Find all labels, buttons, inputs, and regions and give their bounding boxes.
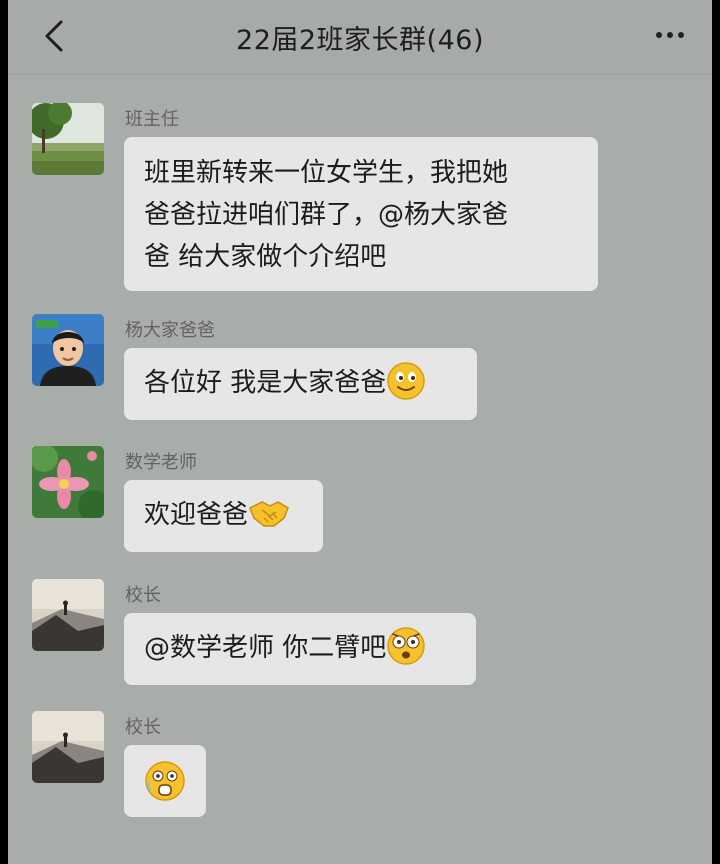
message-text: @数学老师 你二臂吧: [144, 633, 387, 663]
message-bubble[interactable]: 班里新转来一位女学生，我把她 爸爸拉进咱们群了，@杨大家爸 爸 给大家做个介绍吧: [124, 137, 598, 291]
message-bubble[interactable]: [124, 745, 206, 817]
shocked-emoji: [387, 626, 426, 665]
more-button[interactable]: [648, 20, 692, 50]
scared-emoji: [145, 760, 185, 801]
cartoon-man-avatar: [32, 314, 104, 386]
handshake-emoji: [249, 500, 289, 527]
smile-emoji: [387, 361, 426, 400]
message-text: 各位好 我是大家爸爸: [144, 368, 387, 398]
sender-name: 校长: [125, 717, 161, 738]
pink-flower-avatar: [32, 446, 104, 518]
message-text: 爸爸拉进咱们群了，@杨大家爸: [144, 200, 509, 230]
sender-avatar[interactable]: [32, 103, 104, 175]
message-text: 班里新转来一位女学生，我把她: [144, 158, 509, 188]
top-bar: 22届2班家长群(46): [8, 0, 712, 75]
message-bubble[interactable]: 各位好 我是大家爸爸: [124, 348, 477, 420]
sender-avatar[interactable]: [32, 446, 104, 518]
sender-avatar[interactable]: [32, 314, 104, 386]
chat-title: 22届2班家长群(46): [236, 25, 484, 56]
landscape-tree-avatar: [32, 103, 104, 175]
sender-name: 班主任: [125, 109, 179, 130]
sender-name: 校长: [125, 585, 161, 606]
message-bubble[interactable]: 欢迎爸爸: [124, 480, 323, 552]
chat-screen: 22届2班家长群(46) 班主任 班里新转来一位女学生，我把她 爸爸拉进咱们群了…: [8, 0, 712, 864]
hill-silhouette-avatar: [32, 579, 104, 651]
hill-silhouette-avatar: [32, 711, 104, 783]
message-bubble[interactable]: @数学老师 你二臂吧: [124, 613, 476, 685]
message-text: 欢迎爸爸: [144, 500, 249, 530]
sender-name: 数学老师: [125, 452, 197, 473]
sender-avatar[interactable]: [32, 711, 104, 783]
message-text: 爸 给大家做个介绍吧: [144, 242, 387, 272]
sender-avatar[interactable]: [32, 579, 104, 651]
more-dots-icon: [656, 32, 662, 38]
sender-name: 杨大家爸爸: [125, 320, 215, 341]
